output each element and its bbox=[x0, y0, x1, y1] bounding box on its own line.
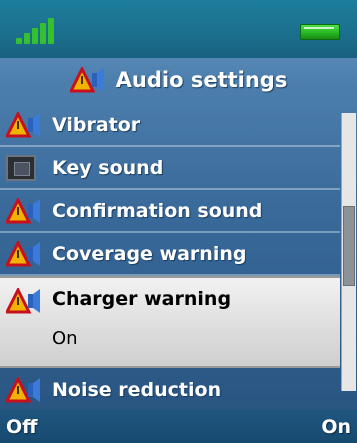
audio-triangle-icon bbox=[6, 240, 42, 267]
audio-settings-icon bbox=[69, 67, 106, 93]
list-item-noise-reduction[interactable]: Noise reduction bbox=[0, 368, 340, 411]
left-softkey[interactable]: Off bbox=[6, 416, 38, 438]
scrollbar-thumb[interactable] bbox=[343, 206, 355, 286]
list-item-confirmation-sound[interactable]: Confirmation sound bbox=[0, 190, 340, 233]
audio-triangle-icon bbox=[6, 288, 42, 314]
softkey-bar: Off On bbox=[0, 410, 357, 443]
list-item-label: Noise reduction bbox=[52, 378, 222, 401]
audio-triangle-icon bbox=[6, 111, 42, 138]
signal-strength-icon bbox=[16, 14, 76, 44]
audio-triangle-icon bbox=[6, 197, 42, 224]
screen-header: Audio settings bbox=[0, 58, 357, 102]
list-item-label: Confirmation sound bbox=[52, 199, 263, 222]
list-item-label: Vibrator bbox=[52, 113, 141, 136]
phone-screen: Audio settings Vibrator Key sound Confir… bbox=[0, 0, 357, 443]
list-item-value: On bbox=[52, 328, 78, 349]
battery-icon bbox=[300, 24, 340, 40]
status-bar bbox=[0, 0, 357, 58]
list-item-label: Coverage warning bbox=[52, 242, 247, 265]
list-item-charger-warning[interactable]: Charger warning On bbox=[0, 276, 340, 368]
list-item-label: Key sound bbox=[52, 156, 164, 179]
list-item-coverage-warning[interactable]: Coverage warning bbox=[0, 233, 340, 276]
settings-list: Vibrator Key sound Confirmation sound Co… bbox=[0, 104, 340, 411]
right-softkey[interactable]: On bbox=[321, 416, 351, 438]
list-item-label: Charger warning bbox=[52, 288, 232, 310]
page-title: Audio settings bbox=[115, 68, 288, 92]
list-item-key-sound[interactable]: Key sound bbox=[0, 147, 340, 190]
list-item-vibrator[interactable]: Vibrator bbox=[0, 104, 340, 147]
scrollbar[interactable] bbox=[341, 113, 356, 391]
keypad-icon bbox=[6, 154, 36, 181]
audio-triangle-icon bbox=[6, 376, 42, 403]
